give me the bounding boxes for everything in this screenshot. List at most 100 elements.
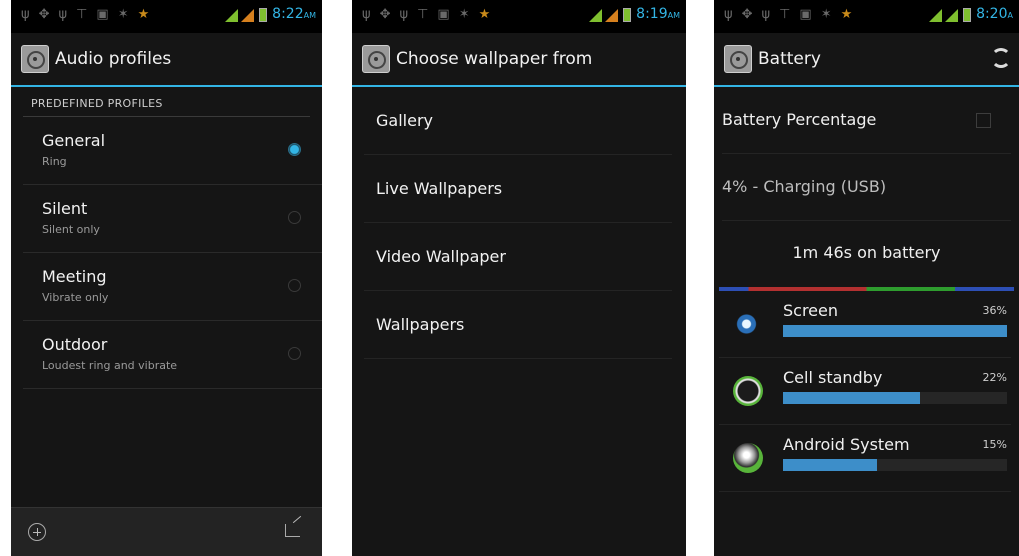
notification-icons: ψ ✥ ψ ⊤ ▣ ✶ ★	[362, 8, 490, 22]
star-icon: ★	[840, 7, 853, 22]
wallpaper-source-item[interactable]: Video Wallpaper	[364, 223, 672, 291]
signal-icon	[589, 8, 603, 22]
notification-star-icon: ✶	[117, 7, 129, 22]
notification-star-icon: ✶	[458, 7, 470, 22]
battery-percentage-row[interactable]: Battery Percentage	[722, 87, 1011, 154]
notification-star-icon: ✶	[820, 7, 832, 22]
profile-item[interactable]: Meeting Vibrate only	[23, 253, 322, 321]
screen-icon	[733, 309, 763, 339]
profile-subtitle: Silent only	[42, 223, 100, 236]
add-icon[interactable]	[28, 523, 46, 541]
wifi-icon: ⊤	[76, 7, 88, 22]
charge-status-row: 4% - Charging (USB)	[722, 154, 1011, 221]
wallpaper-source-list: Gallery Live Wallpapers Video Wallpaper Wal…	[352, 87, 686, 359]
usage-bar	[783, 392, 920, 404]
usage-name: Screen	[783, 301, 839, 320]
profile-subtitle: Ring	[42, 155, 67, 168]
audio-profiles-screen: ψ ✥ ψ ⊤ ▣ ✶ ★ 8:22AM Audio profiles PRED…	[11, 0, 322, 556]
signal-sim2-icon	[241, 8, 255, 22]
settings-icon[interactable]	[362, 45, 390, 73]
profile-radio[interactable]	[288, 279, 301, 292]
usb-icon: ψ	[761, 7, 771, 22]
page-title: Choose wallpaper from	[396, 49, 593, 69]
usage-name: Cell standby	[783, 368, 883, 387]
signal-icon	[225, 8, 239, 22]
usb-icon: ψ	[399, 7, 409, 22]
profile-title: General	[42, 131, 106, 150]
settings-icon[interactable]	[21, 45, 49, 73]
profile-item[interactable]: General Ring	[23, 117, 322, 185]
clock: 8:19AM	[636, 6, 680, 22]
section-header: PREDEFINED PROFILES	[23, 93, 310, 117]
star-icon: ★	[137, 7, 150, 22]
battery-usage-list: Screen 36% Cell standby 22% Android System 15…	[714, 291, 1019, 492]
profile-subtitle: Loudest ring and vibrate	[42, 359, 178, 372]
clock: 8:20A	[976, 6, 1013, 22]
android-system-icon	[733, 443, 763, 473]
signal-sim2-icon	[605, 8, 619, 22]
profile-subtitle: Vibrate only	[42, 291, 109, 304]
signal-icon	[929, 8, 943, 22]
share-icon[interactable]	[285, 524, 300, 537]
action-bar: Choose wallpaper from	[352, 33, 686, 87]
clock: 8:22AM	[272, 6, 316, 22]
usage-percent: 15%	[982, 438, 1007, 451]
profile-item[interactable]: Silent Silent only	[23, 185, 322, 253]
battery-icon	[623, 8, 632, 22]
profile-title: Meeting	[42, 267, 107, 286]
profile-radio[interactable]	[288, 143, 301, 156]
charge-status: 4% - Charging (USB)	[722, 177, 887, 196]
usage-percent: 36%	[982, 304, 1007, 317]
usage-bar	[783, 325, 1007, 337]
screenshot-icon: ▣	[437, 7, 450, 22]
profile-item[interactable]: Outdoor Loudest ring and vibrate	[23, 321, 322, 389]
notification-icons: ψ ✥ ψ ⊤ ▣ ✶ ★	[724, 8, 852, 22]
usage-name: Android System	[783, 435, 910, 454]
status-bar: ψ ✥ ψ ⊤ ▣ ✶ ★ 8:19AM	[352, 0, 686, 33]
time-on-battery: 1m 46s on battery	[792, 243, 941, 262]
page-title: Audio profiles	[55, 49, 172, 69]
wifi-icon: ⊤	[417, 7, 429, 22]
wallpaper-chooser-screen: ψ ✥ ψ ⊤ ▣ ✶ ★ 8:19AM Choose wallpaper fr…	[352, 0, 686, 556]
battery-history-row[interactable]: 1m 46s on battery	[722, 221, 1011, 287]
usb-icon: ψ	[362, 7, 371, 22]
wallpaper-source-item[interactable]: Wallpapers	[364, 291, 672, 359]
android-debug-icon: ✥	[379, 7, 391, 22]
wallpaper-source-item[interactable]: Gallery	[364, 87, 672, 155]
action-bar: Audio profiles	[11, 33, 322, 87]
usb-icon: ψ	[724, 7, 733, 22]
settings-icon[interactable]	[724, 45, 752, 73]
status-bar: ψ ✥ ψ ⊤ ▣ ✶ ★ 8:22AM	[11, 0, 322, 33]
battery-percentage-checkbox[interactable]	[976, 113, 991, 128]
profile-title: Outdoor	[42, 335, 108, 354]
signal-sim2-icon	[945, 8, 959, 22]
usb-icon: ψ	[58, 7, 68, 22]
usage-item[interactable]: Cell standby 22%	[719, 358, 1011, 425]
usb-icon: ψ	[21, 7, 30, 22]
usage-bar	[783, 459, 877, 471]
cell-standby-icon	[733, 376, 763, 406]
notification-icons: ψ ✥ ψ ⊤ ▣ ✶ ★	[21, 8, 149, 22]
star-icon: ★	[478, 7, 491, 22]
screenshot-icon: ▣	[96, 7, 109, 22]
usage-item[interactable]: Screen 36%	[719, 291, 1011, 358]
profile-list: General Ring Silent Silent only Meeting Vibra…	[11, 117, 322, 389]
profile-radio[interactable]	[288, 347, 301, 360]
usage-percent: 22%	[982, 371, 1007, 384]
usage-item[interactable]: Android System 15%	[719, 425, 1011, 492]
battery-screen: ψ ✥ ψ ⊤ ▣ ✶ ★ 8:20A Battery Battery Perc…	[714, 0, 1019, 556]
wallpaper-source-item[interactable]: Live Wallpapers	[364, 155, 672, 223]
battery-icon	[963, 8, 972, 22]
refresh-icon[interactable]	[991, 48, 1011, 68]
bottom-action-bar	[11, 507, 322, 556]
screenshot-icon: ▣	[799, 7, 812, 22]
android-debug-icon: ✥	[741, 7, 753, 22]
battery-icon	[259, 8, 268, 22]
battery-percentage-label: Battery Percentage	[722, 110, 877, 129]
page-title: Battery	[758, 49, 821, 69]
profile-radio[interactable]	[288, 211, 301, 224]
android-debug-icon: ✥	[38, 7, 50, 22]
action-bar: Battery	[714, 33, 1019, 87]
wifi-icon: ⊤	[779, 7, 791, 22]
status-bar: ψ ✥ ψ ⊤ ▣ ✶ ★ 8:20A	[714, 0, 1019, 33]
